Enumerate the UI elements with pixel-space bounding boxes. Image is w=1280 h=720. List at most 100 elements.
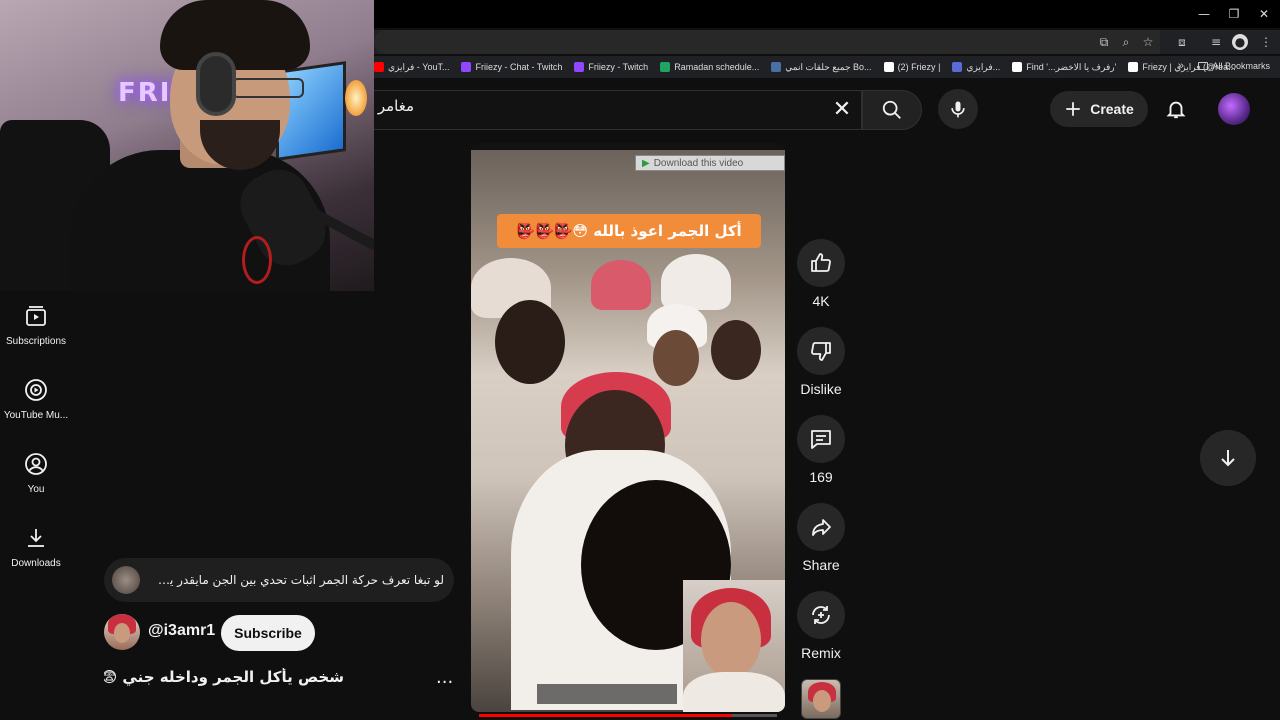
create-button[interactable]: Create	[1050, 91, 1148, 127]
like-button[interactable]	[797, 239, 845, 287]
comment-preview-text: لو تبغا تعرف حركة الجمر اثبات تحدي بين ا…	[148, 573, 444, 587]
bookmark-favicon-icon	[1012, 62, 1023, 72]
folder-icon	[1198, 62, 1209, 70]
next-short-button[interactable]	[1200, 430, 1256, 486]
webcam-overlay: FRIE	[0, 0, 374, 291]
bookmark-item[interactable]: فرايزي - YouT...	[374, 62, 449, 73]
nav-label: Subscriptions	[5, 336, 67, 347]
bookmark-favicon-icon	[771, 62, 782, 72]
nav-label: YouTube Mu...	[3, 410, 69, 421]
video-caption: أكل الجمر اعوذ بالله 😳👺👺👺	[497, 214, 761, 248]
plus-icon	[1066, 102, 1080, 116]
bookmark-item[interactable]: Find '...رفرف يا الاخضر'	[1012, 62, 1116, 73]
bookmark-label: فرايزي...	[966, 61, 1001, 72]
bookmark-label: Ramadan schedule...	[674, 62, 760, 72]
bookmark-label: Friiezy - Chat - Twitch	[475, 62, 563, 72]
bookmark-favicon-icon	[883, 62, 894, 72]
all-bookmarks-button[interactable]: All Bookmarks	[1198, 61, 1270, 71]
download-label: Download this video	[653, 157, 744, 169]
short-video-player[interactable]: ▶ Download this video أكل الجمر اعوذ بال…	[471, 150, 785, 712]
dislike-button[interactable]	[797, 327, 845, 375]
menu-icon[interactable]: ⋮	[1258, 34, 1274, 50]
download-video-bar[interactable]: ▶ Download this video	[635, 155, 785, 171]
share-icon	[812, 519, 831, 536]
inset-shoulders	[683, 672, 785, 712]
voice-search-button[interactable]	[938, 89, 978, 129]
bookmark-label: Find '...رفرف يا الاخضر'	[1026, 61, 1117, 72]
bookmark-favicon-icon	[461, 62, 472, 72]
more-options-icon[interactable]: ...	[436, 669, 453, 687]
commenter-avatar	[112, 566, 140, 594]
comments-action: 169	[797, 415, 845, 485]
url-field[interactable]	[374, 30, 1160, 54]
video-progress-fill	[479, 714, 733, 717]
microphone-icon	[951, 101, 965, 118]
bookmark-item[interactable]: فرايزي...	[952, 62, 1000, 73]
nav-you[interactable]: You	[0, 438, 72, 512]
video-subtitle-band	[537, 684, 677, 704]
address-bar: ⧉ ⌕ ☆ ⧈ ≡ ● ⋮	[374, 30, 1280, 54]
bookmark-label: (2) Friezy |	[897, 62, 941, 72]
bookmark-label: Friiezy - Twitch	[588, 62, 649, 72]
sound-thumbnail[interactable]	[801, 679, 841, 719]
nav-downloads[interactable]: Downloads	[0, 512, 72, 586]
inset-face	[701, 602, 761, 678]
channel-handle[interactable]: @i3amr1	[148, 622, 215, 640]
streamer-glasses	[232, 78, 304, 98]
crowd-figure	[661, 254, 731, 310]
minimize-icon[interactable]: —	[1188, 0, 1220, 28]
bookmarks-bar: فرايزي - YouT... Friiezy - Chat - Twitch F…	[374, 56, 1280, 78]
subscribe-button[interactable]: Subscribe	[221, 615, 315, 651]
bookmark-item[interactable]: (2) Friezy |	[883, 62, 941, 72]
remix-label: Remix	[801, 645, 841, 661]
comment-preview[interactable]: لو تبغا تعرف حركة الجمر اثبات تحدي بين ا…	[104, 558, 454, 602]
profile-icon[interactable]: ●	[1232, 34, 1248, 50]
dislike-action: Dislike	[797, 327, 845, 397]
like-action: 4K	[797, 239, 845, 309]
nav-subscriptions[interactable]: Subscriptions	[0, 290, 72, 364]
all-bookmarks-label: All Bookmarks	[1212, 61, 1270, 71]
create-label: Create	[1090, 101, 1134, 117]
install-app-icon[interactable]: ⧉	[1096, 34, 1112, 50]
nav-label: You	[27, 484, 45, 495]
bookmark-item[interactable]: Friiezy - Twitch	[574, 62, 648, 72]
comments-button[interactable]	[797, 415, 845, 463]
bookmarks-overflow-icon[interactable]: »	[1178, 60, 1184, 72]
subscriptions-icon	[26, 306, 46, 326]
clear-search-icon[interactable]: ✕	[826, 96, 858, 124]
comment-count: 169	[809, 469, 833, 485]
bookmark-item[interactable]: Friiezy - Chat - Twitch	[461, 62, 562, 72]
avatar-face	[114, 623, 130, 643]
share-action: Share	[797, 503, 845, 573]
bookmark-star-icon[interactable]: ☆	[1140, 34, 1156, 50]
search-input[interactable]	[374, 90, 862, 130]
lamp	[345, 80, 367, 116]
nav-youtube-music[interactable]: YouTube Mu...	[0, 364, 72, 438]
account-avatar[interactable]	[1218, 93, 1250, 125]
screen: — ❐ ✕ ⧉ ⌕ ☆ ⧈ ≡ ● ⋮ فرايزي - YouT... Frii…	[0, 0, 1280, 720]
downloads-icon	[28, 529, 44, 547]
restore-icon[interactable]: ❐	[1218, 0, 1250, 28]
close-window-icon[interactable]: ✕	[1248, 0, 1280, 28]
bookmark-favicon-icon	[374, 62, 384, 72]
channel-avatar[interactable]	[104, 614, 140, 650]
search-value: مغامر	[377, 97, 414, 115]
search-button[interactable]	[862, 90, 922, 130]
dislike-label: Dislike	[800, 381, 842, 397]
like-count: 4K	[812, 293, 830, 309]
extensions-icon[interactable]: ⧈	[1174, 34, 1190, 50]
video-progress-bar[interactable]	[479, 714, 777, 717]
notifications-button[interactable]	[1160, 93, 1192, 125]
thumb-face	[813, 690, 831, 712]
youtube-music-icon	[25, 379, 47, 401]
shirt-logo	[242, 236, 272, 284]
video-title: شخص يأكل الجمر وداخله جني 😨	[104, 668, 344, 686]
reading-list-icon[interactable]: ≡	[1208, 34, 1224, 50]
bookmark-item[interactable]: Ramadan schedule...	[660, 62, 759, 72]
share-button[interactable]	[797, 503, 845, 551]
zoom-icon[interactable]: ⌕	[1118, 34, 1134, 50]
play-icon: ▶	[642, 157, 650, 169]
bookmark-item[interactable]: جميع حلقات انمي Bo...	[771, 62, 872, 73]
bookmark-favicon-icon	[660, 62, 671, 72]
remix-button[interactable]	[797, 591, 845, 639]
